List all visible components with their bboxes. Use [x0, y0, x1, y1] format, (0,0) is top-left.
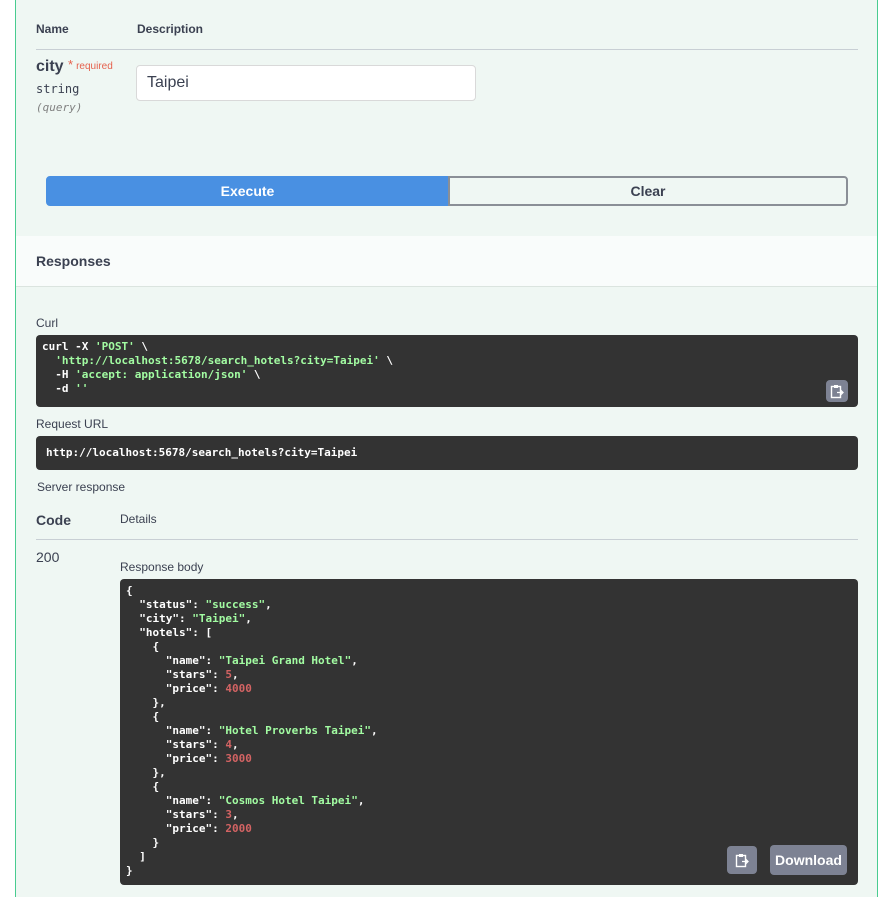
execute-button[interactable]: Execute: [46, 176, 449, 206]
curl-label: Curl: [36, 316, 59, 330]
request-url: http://localhost:5678/search_hotels?city…: [46, 446, 358, 459]
city-input[interactable]: [136, 65, 476, 101]
operation-block: Name Description city * required string (…: [15, 0, 878, 897]
response-body-json: { "status": "success", "city": "Taipei",…: [126, 584, 378, 877]
curl-code: curl -X 'POST' \ 'http://localhost:5678/…: [42, 340, 394, 395]
response-body-block: { "status": "success", "city": "Taipei",…: [120, 579, 858, 885]
copy-curl-button[interactable]: [826, 380, 848, 402]
response-body-label: Response body: [120, 560, 204, 574]
responses-title: Responses: [36, 253, 111, 269]
clear-button[interactable]: Clear: [448, 176, 848, 206]
parameter-type: string: [36, 82, 80, 96]
column-header-name: Name: [36, 22, 69, 36]
request-url-label: Request URL: [36, 417, 109, 431]
column-header-description: Description: [137, 22, 204, 36]
column-header-code: Code: [36, 512, 71, 528]
request-url-block: http://localhost:5678/search_hotels?city…: [36, 436, 858, 470]
parameters-table-header: Name Description: [36, 0, 858, 50]
required-star: *: [68, 57, 74, 72]
response-table-header: Code Details: [36, 512, 858, 540]
server-response-label: Server response: [37, 480, 126, 494]
parameter-location: (query): [36, 101, 83, 114]
download-button[interactable]: Download: [770, 845, 847, 875]
clipboard-icon: [830, 384, 844, 398]
copy-response-button[interactable]: [727, 846, 757, 874]
curl-code-block: curl -X 'POST' \ 'http://localhost:5678/…: [36, 335, 858, 407]
response-status-code: 200: [36, 549, 60, 565]
required-label: required: [76, 61, 113, 72]
required-indicator: * required: [68, 57, 113, 72]
column-header-details: Details: [120, 512, 157, 526]
responses-header: Responses: [16, 236, 877, 287]
parameter-name: city: [36, 58, 64, 75]
clipboard-icon: [735, 853, 749, 867]
